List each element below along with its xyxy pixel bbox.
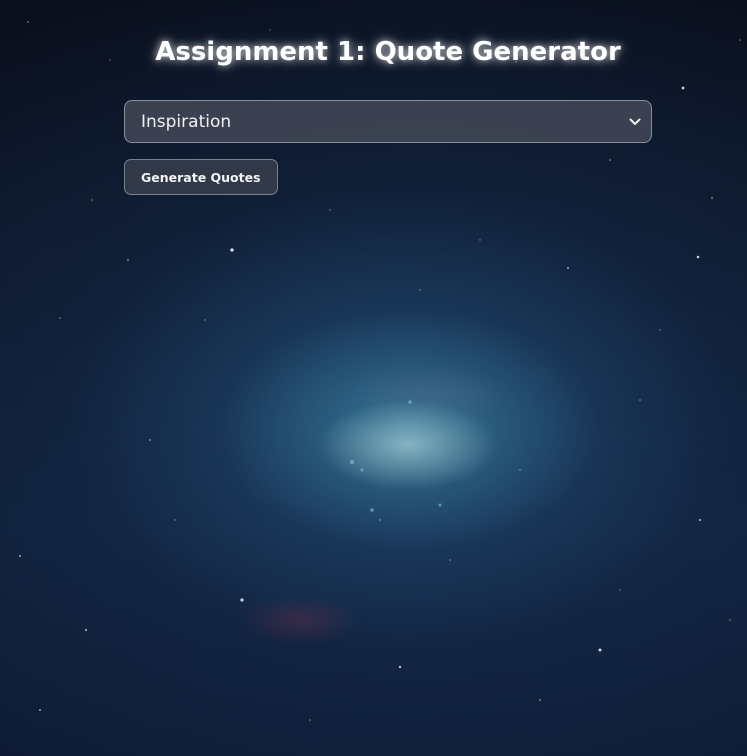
category-select[interactable]: Inspiration [124, 100, 652, 143]
chevron-down-icon [625, 112, 645, 132]
category-select-value: Inspiration [141, 111, 232, 132]
category-select-wrapper: Inspiration [124, 100, 652, 143]
generate-quotes-button[interactable]: Generate Quotes [124, 159, 278, 195]
page-title: Assignment 1: Quote Generator [155, 37, 621, 67]
